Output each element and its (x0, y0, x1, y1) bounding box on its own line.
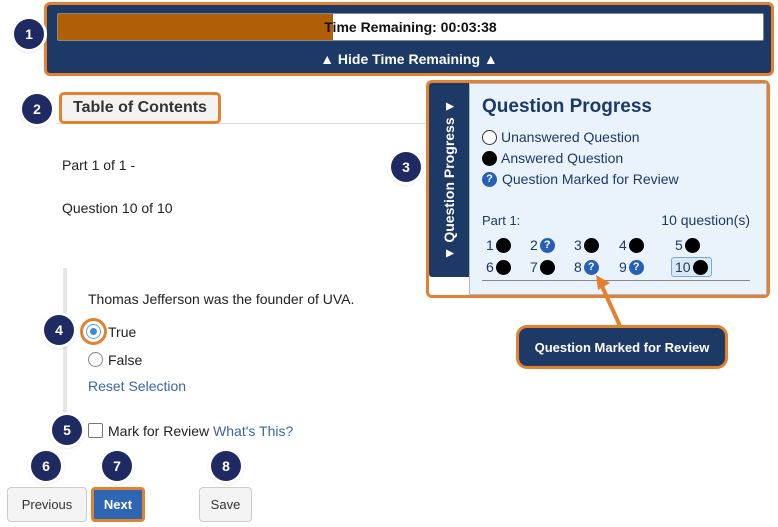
true-option-label[interactable]: True (108, 324, 136, 340)
answered-circle-icon (495, 259, 511, 275)
question-mark-icon: ? (539, 237, 555, 253)
progress-question-number: 7 (530, 259, 538, 275)
legend-marked: ? Question Marked for Review (482, 171, 679, 187)
progress-question-3[interactable]: 3 (574, 237, 599, 253)
progress-question-9[interactable]: 9? (619, 259, 644, 275)
question-progress-tab-label: ▼ Question Progress ▼ (441, 99, 457, 261)
progress-question-10[interactable]: 10 (671, 257, 712, 277)
answered-circle-icon (482, 150, 497, 166)
progress-part-label: Part 1: (482, 213, 521, 228)
progress-question-2[interactable]: 2? (530, 237, 555, 253)
true-radio[interactable] (86, 324, 101, 339)
hide-time-remaining-toggle[interactable]: ▲ Hide Time Remaining ▲ (47, 51, 771, 67)
progress-question-number: 10 (675, 259, 691, 275)
timer-panel: Time Remaining: 00:03:38 ▲ Hide Time Rem… (44, 2, 774, 76)
question-progress-body: Question Progress Unanswered Question An… (469, 83, 767, 295)
next-button[interactable]: Next (91, 487, 145, 522)
whats-this-link[interactable]: What's This? (213, 423, 293, 439)
progress-question-number: 2 (530, 237, 538, 253)
false-option-label[interactable]: False (108, 352, 142, 368)
progress-question-number: 5 (675, 237, 683, 253)
callout-badge-2: 2 (22, 94, 52, 124)
progress-question-7[interactable]: 7 (530, 259, 555, 275)
question-progress-title: Question Progress (482, 96, 652, 117)
question-text: Thomas Jefferson was the founder of UVA. (88, 291, 355, 307)
answered-circle-icon (539, 259, 555, 275)
answered-circle-icon (628, 237, 644, 253)
callout-badge-6: 6 (31, 451, 61, 481)
progress-question-1[interactable]: 1 (486, 237, 511, 253)
false-radio[interactable] (88, 352, 103, 367)
true-option-highlight (80, 318, 107, 345)
progress-question-number: 1 (486, 237, 494, 253)
progress-question-4[interactable]: 4 (619, 237, 644, 253)
progress-question-number: 6 (486, 259, 494, 275)
answered-circle-icon (692, 259, 708, 275)
question-left-rule (63, 268, 67, 428)
unanswered-circle-icon (482, 129, 497, 145)
question-mark-icon: ? (628, 259, 644, 275)
progress-question-number: 3 (574, 237, 582, 253)
question-mark-icon: ? (482, 171, 497, 187)
progress-question-8[interactable]: 8? (574, 259, 599, 275)
answered-circle-icon (583, 237, 599, 253)
progress-question-number: 4 (619, 237, 627, 253)
question-heading: Question 10 of 10 (62, 200, 173, 216)
callout-badge-5: 5 (52, 415, 82, 445)
mark-for-review-label: Mark for Review What's This? (108, 423, 294, 439)
question-progress-panel: ▼ Question Progress ▼ Question Progress … (426, 80, 770, 298)
callout-arrow (596, 275, 622, 327)
time-remaining-bar: Time Remaining: 00:03:38 (57, 13, 764, 41)
progress-question-6[interactable]: 6 (486, 259, 511, 275)
time-remaining-label: Time Remaining: 00:03:38 (324, 19, 497, 35)
callout-badge-8: 8 (211, 451, 241, 481)
answered-circle-icon (495, 237, 511, 253)
marked-for-review-callout: Question Marked for Review (519, 328, 725, 366)
progress-question-number: 8 (574, 259, 582, 275)
callout-badge-1: 1 (14, 19, 44, 49)
progress-question-number: 9 (619, 259, 627, 275)
legend-unanswered: Unanswered Question (482, 129, 640, 145)
previous-button[interactable]: Previous (7, 487, 87, 522)
question-progress-tab[interactable]: ▼ Question Progress ▼ (429, 83, 469, 277)
part-heading: Part 1 of 1 - (62, 157, 136, 173)
callout-badge-7: 7 (102, 451, 132, 481)
callout-badge-3: 3 (391, 152, 421, 182)
save-button[interactable]: Save (199, 487, 252, 522)
answered-circle-icon (684, 237, 700, 253)
progress-question-5[interactable]: 5 (675, 237, 700, 253)
table-of-contents-button[interactable]: Table of Contents (59, 92, 221, 124)
progress-question-count: 10 question(s) (661, 212, 750, 228)
callout-badge-4: 4 (44, 315, 74, 345)
legend-answered: Answered Question (482, 150, 623, 166)
mark-for-review-checkbox[interactable] (88, 423, 103, 438)
question-mark-icon: ? (583, 259, 599, 275)
reset-selection-link[interactable]: Reset Selection (88, 378, 186, 394)
